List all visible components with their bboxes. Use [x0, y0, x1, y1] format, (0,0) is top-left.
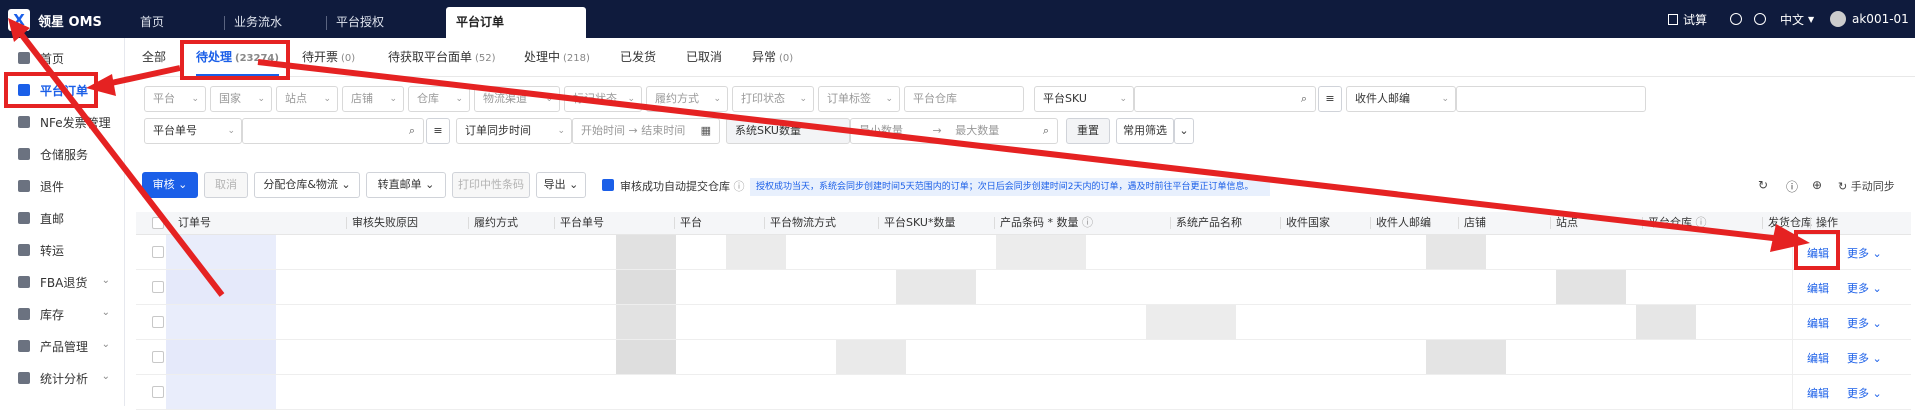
annotation-box-platform-orders	[4, 72, 98, 108]
annotation-arrow	[257, 59, 1791, 243]
annotation-arrow	[101, 65, 181, 88]
annotation-box-pending-tab	[180, 40, 290, 80]
annotation-box-edit	[1794, 230, 1840, 270]
